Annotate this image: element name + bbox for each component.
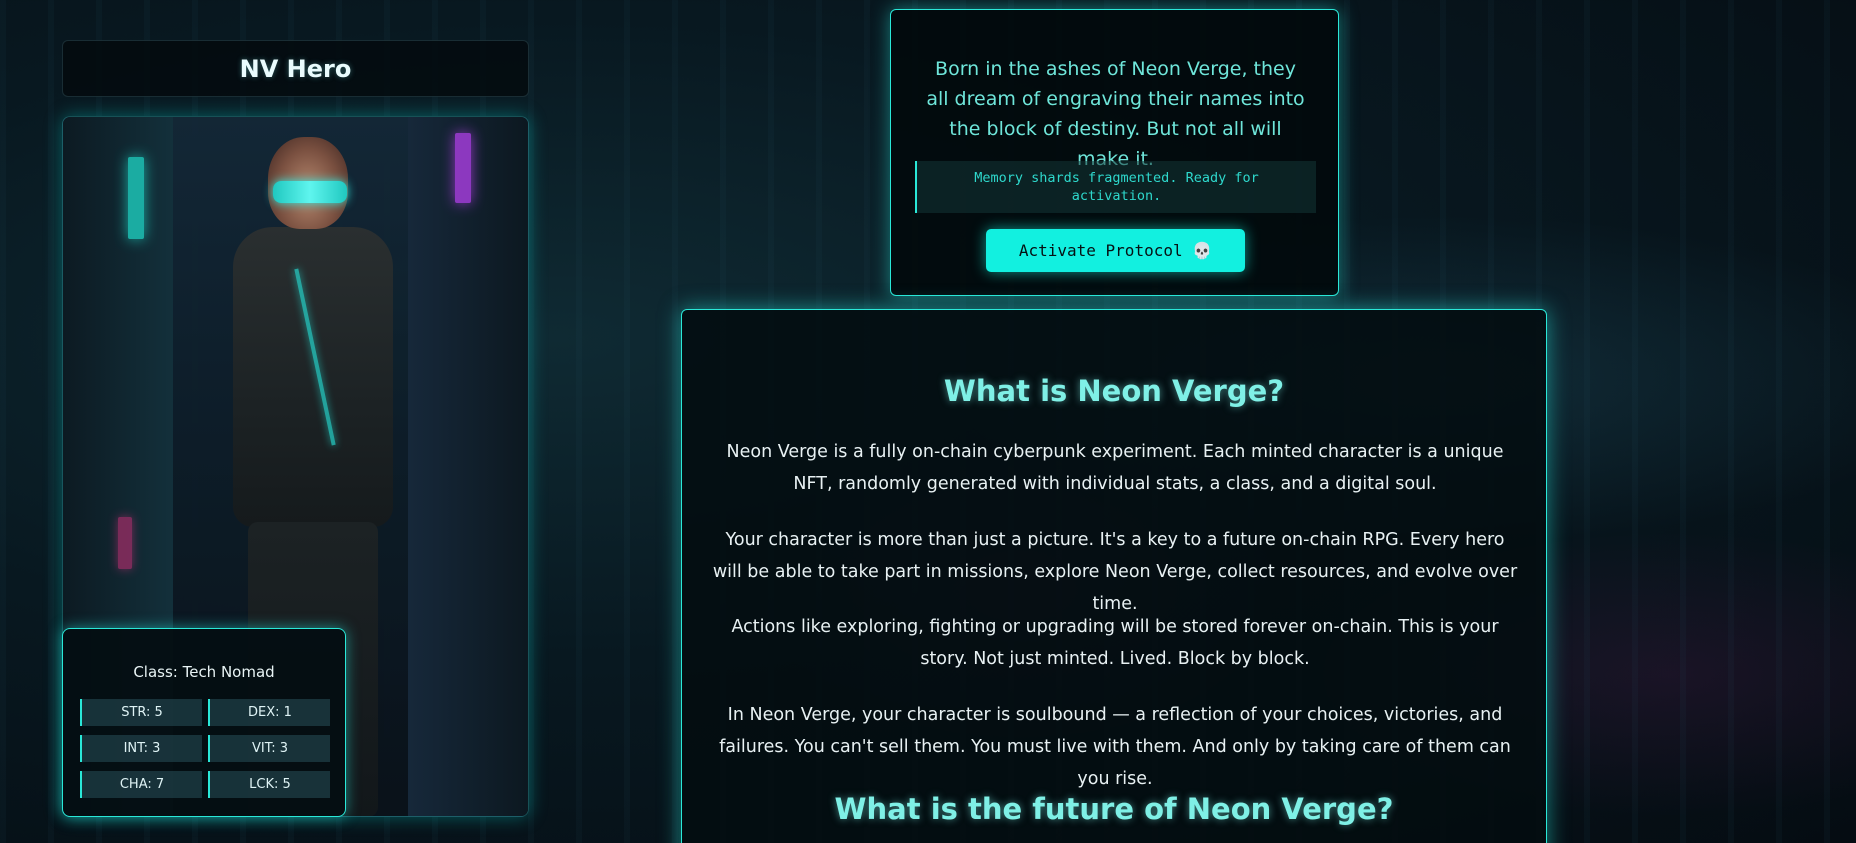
stat-vit: VIT: 3	[208, 735, 330, 762]
info-panel: What is Neon Verge? Neon Verge is a full…	[681, 309, 1547, 843]
stat-cha: CHA: 7	[80, 771, 202, 798]
stat-dex: DEX: 1	[208, 699, 330, 726]
stat-grid: STR: 5 DEX: 1 INT: 3 VIT: 3 CHA: 7 LCK: …	[80, 699, 330, 798]
hero-title: NV Hero	[62, 40, 529, 97]
info-heading-what-is: What is Neon Verge?	[943, 374, 1285, 408]
lore-box: Born in the ashes of Neon Verge, they al…	[890, 9, 1339, 296]
lore-text: Born in the ashes of Neon Verge, they al…	[926, 58, 1305, 170]
info-paragraph: Actions like exploring, fighting or upgr…	[731, 617, 1499, 669]
activate-protocol-button[interactable]: Activate Protocol 💀	[986, 229, 1245, 272]
memory-status: Memory shards fragmented. Ready for acti…	[915, 161, 1316, 213]
stat-str: STR: 5	[80, 699, 202, 726]
alley-wall-right	[408, 117, 528, 816]
info-paragraph: Neon Verge is a fully on-chain cyberpunk…	[726, 442, 1504, 494]
neon-sign-cyan	[128, 157, 144, 239]
stat-lck: LCK: 5	[208, 771, 330, 798]
hero-goggles	[273, 181, 347, 203]
hero-stats-panel: Class: Tech Nomad STR: 5 DEX: 1 INT: 3 V…	[62, 628, 346, 817]
stat-int: INT: 3	[80, 735, 202, 762]
hero-class-label: Class: Tech Nomad	[133, 663, 275, 681]
info-heading-future: What is the future of Neon Verge?	[834, 792, 1394, 826]
info-paragraph: In Neon Verge, your character is soulbou…	[719, 705, 1511, 789]
neon-sign-pink	[118, 517, 132, 569]
neon-sign-purple	[455, 133, 471, 203]
hero-torso	[233, 227, 393, 527]
info-paragraph: Your character is more than just a pictu…	[712, 530, 1518, 614]
